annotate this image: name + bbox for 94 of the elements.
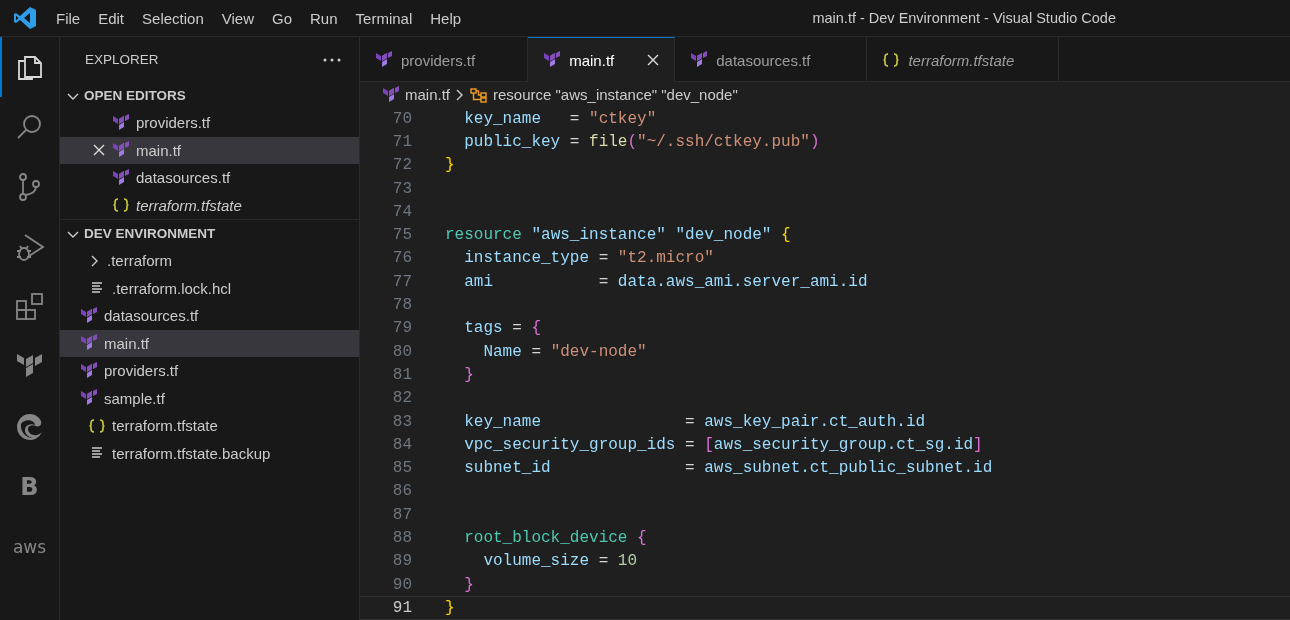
explorer-entry[interactable]: datasources.tf bbox=[60, 302, 359, 330]
explorer-entry[interactable]: main.tf bbox=[60, 329, 359, 357]
symbol-icon bbox=[470, 86, 488, 103]
line-number: 82 bbox=[391, 389, 413, 408]
code-line: } bbox=[445, 598, 455, 617]
menu-item[interactable]: View bbox=[212, 0, 263, 36]
section-header[interactable]: DEV ENVIRONMENT bbox=[60, 219, 359, 247]
line-number: 84 bbox=[391, 435, 413, 454]
terraform-file-icon bbox=[112, 141, 130, 160]
braces-file-icon bbox=[112, 197, 130, 214]
line-number: 85 bbox=[391, 459, 413, 478]
terraform-file-icon bbox=[690, 51, 709, 69]
line-number: 78 bbox=[391, 296, 413, 314]
code-line: key_name = "ctkey" bbox=[463, 109, 657, 128]
line-number: 70 bbox=[391, 109, 413, 128]
terraform-file-icon bbox=[80, 389, 98, 408]
braces-file-icon bbox=[882, 52, 901, 68]
terraform-file-icon bbox=[80, 334, 98, 353]
line-number: 87 bbox=[391, 505, 413, 524]
code-line: root_block_device { bbox=[463, 529, 647, 547]
line-number: 72 bbox=[391, 156, 413, 175]
sidebar-title: EXPLORER bbox=[85, 52, 159, 67]
terraform-file-icon bbox=[112, 113, 130, 132]
more-icon[interactable] bbox=[323, 57, 341, 62]
terraform-file-icon bbox=[112, 168, 130, 187]
terraform-file-icon bbox=[375, 51, 393, 69]
extensions-icon[interactable] bbox=[14, 292, 45, 322]
explorer-entry[interactable]: terraform.tfstate.backup bbox=[60, 439, 359, 467]
explorer-entry[interactable]: terraform.tfstate bbox=[60, 191, 359, 219]
close-icon[interactable] bbox=[646, 53, 661, 67]
braces-file-icon bbox=[88, 417, 106, 434]
menu-item[interactable]: Go bbox=[263, 0, 301, 36]
menu-item[interactable]: Run bbox=[301, 0, 347, 36]
line-number: 90 bbox=[391, 575, 413, 594]
breadcrumb-item[interactable]: main.tf bbox=[382, 85, 450, 104]
line-number: 77 bbox=[391, 272, 413, 291]
code-line: volume_size = 10 bbox=[482, 552, 638, 571]
run-debug-icon[interactable] bbox=[14, 232, 45, 262]
branch-icon[interactable] bbox=[16, 172, 43, 202]
breadcrumb-item[interactable]: resource "aws_instance" "dev_node" bbox=[470, 86, 738, 103]
menu-item[interactable]: Help bbox=[421, 0, 471, 36]
line-number: 89 bbox=[391, 552, 413, 571]
terraform-file-icon bbox=[80, 306, 98, 325]
menu-item[interactable]: Edit bbox=[89, 0, 134, 36]
code-line: ami = data.aws_ami.server_ami.id bbox=[463, 272, 868, 291]
chevron-icon bbox=[455, 87, 465, 102]
explorer-entry[interactable]: terraform.tfstate bbox=[60, 412, 359, 440]
line-number: 76 bbox=[391, 249, 413, 268]
terraform-file-icon bbox=[382, 85, 400, 104]
activity-label[interactable]: aws bbox=[12, 537, 47, 557]
code-line: subnet_id = aws_subnet.ct_public_subnet.id bbox=[463, 459, 993, 478]
code-line: Name = "dev-node" bbox=[482, 342, 647, 361]
explorer-entry[interactable]: providers.tf bbox=[60, 109, 359, 137]
line-number: 91 bbox=[391, 598, 413, 617]
section-header[interactable]: OPEN EDITORS bbox=[60, 82, 359, 109]
terraform-file-icon bbox=[80, 361, 98, 380]
folder-row[interactable]: .terraform bbox=[60, 247, 359, 275]
app-logo-icon[interactable] bbox=[13, 6, 37, 30]
explorer-entry[interactable]: sample.tf bbox=[60, 384, 359, 412]
menu-item[interactable]: Terminal bbox=[346, 0, 422, 36]
browser-icon[interactable] bbox=[14, 412, 45, 442]
line-number: 74 bbox=[391, 202, 413, 221]
code-line: instance_type = "t2.micro" bbox=[463, 249, 714, 268]
activity-label[interactable]: B bbox=[20, 473, 39, 501]
code-line: } bbox=[463, 365, 474, 384]
editor-tab[interactable]: datasources.tf bbox=[675, 37, 868, 82]
editor-tab[interactable]: main.tf bbox=[528, 37, 676, 82]
line-number: 71 bbox=[391, 132, 413, 151]
editor-tab[interactable]: terraform.tfstate bbox=[867, 37, 1060, 82]
explorer-entry[interactable]: providers.tf bbox=[60, 357, 359, 385]
code-line: public_key = file("~/.ssh/ctkey.pub") bbox=[463, 132, 820, 151]
line-number: 80 bbox=[391, 342, 413, 361]
close-icon[interactable] bbox=[92, 143, 106, 158]
terraform-file-icon bbox=[543, 51, 562, 69]
line-number: 73 bbox=[391, 179, 413, 198]
code-line: } bbox=[445, 156, 455, 175]
explorer-entry[interactable]: .terraform.lock.hcl bbox=[60, 274, 359, 302]
code-line: resource "aws_instance" "dev_node" { bbox=[445, 226, 791, 245]
code-line: vpc_security_group_ids = [aws_security_group.ct_sg.id] bbox=[463, 435, 983, 454]
search-icon[interactable] bbox=[15, 113, 44, 141]
explorer-entry[interactable]: datasources.tf bbox=[60, 164, 359, 192]
window-title: main.tf - Dev Environment - Visual Studio Code bbox=[812, 10, 1116, 26]
line-number: 88 bbox=[391, 529, 413, 547]
explorer-entry[interactable]: main.tf bbox=[60, 136, 359, 164]
code-line: tags = { bbox=[463, 319, 542, 338]
code-line: key_name = aws_key_pair.ct_auth.id bbox=[463, 412, 926, 431]
menu-item[interactable]: Selection bbox=[133, 0, 213, 36]
line-number: 79 bbox=[391, 319, 413, 338]
line-number: 75 bbox=[391, 226, 413, 245]
code-line: } bbox=[463, 575, 474, 594]
menu-item[interactable]: File bbox=[47, 0, 90, 36]
line-number: 86 bbox=[391, 482, 413, 501]
line-number: 83 bbox=[391, 412, 413, 431]
line-number: 81 bbox=[391, 365, 413, 384]
